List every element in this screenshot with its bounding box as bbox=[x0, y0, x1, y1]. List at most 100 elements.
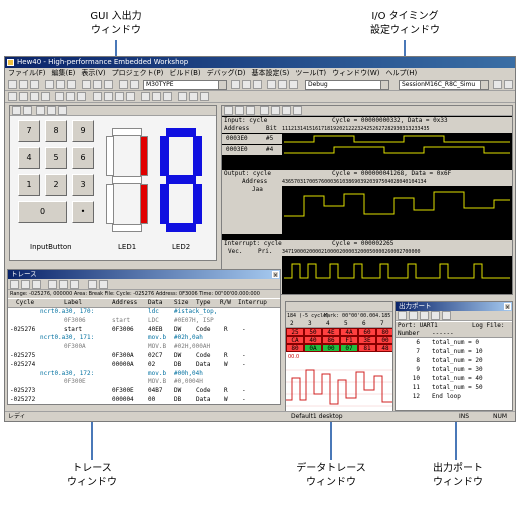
menu-debug[interactable]: デバッグ(D) bbox=[204, 68, 249, 79]
reset-go-icon[interactable] bbox=[19, 92, 28, 101]
trace-stop-icon[interactable] bbox=[21, 280, 30, 289]
io-add-icon[interactable] bbox=[246, 106, 255, 115]
port-clear-icon[interactable] bbox=[420, 311, 429, 320]
trace-close-icon[interactable]: × bbox=[272, 271, 279, 279]
menu-tools[interactable]: ツール(T) bbox=[292, 68, 329, 79]
trace-up-icon[interactable] bbox=[88, 280, 97, 289]
key-8[interactable]: 8 bbox=[45, 120, 67, 142]
trace-icon[interactable] bbox=[152, 92, 161, 101]
port-settings-icon[interactable] bbox=[431, 311, 440, 320]
menu-help[interactable]: ヘルプ(H) bbox=[383, 68, 421, 79]
key-0[interactable]: 0 bbox=[18, 201, 67, 223]
cut-icon[interactable] bbox=[45, 80, 54, 89]
open-file-icon[interactable] bbox=[19, 80, 28, 89]
trace-row[interactable]: 0F300E MOV.B #0,0004H bbox=[8, 378, 280, 387]
trace-row[interactable]: -025274 00000A 02 DB Data W - bbox=[8, 361, 280, 370]
output-port-row[interactable]: 9 total_num = 30 bbox=[396, 366, 512, 375]
trace-find-next-icon[interactable] bbox=[59, 280, 68, 289]
menu-build[interactable]: ビルド(B) bbox=[166, 68, 203, 79]
trace-row[interactable]: ncrt0.a30, 170: ldc #istack_top, bbox=[8, 308, 280, 317]
io-window-icon[interactable] bbox=[163, 92, 172, 101]
register-icon[interactable] bbox=[104, 92, 113, 101]
coverage-icon[interactable] bbox=[200, 92, 209, 101]
step-in-icon[interactable] bbox=[55, 92, 64, 101]
graph-icon[interactable] bbox=[178, 92, 187, 101]
menu-file[interactable]: ファイル(F) bbox=[5, 68, 49, 79]
led-tool-icon[interactable] bbox=[47, 106, 56, 115]
compile-icon[interactable] bbox=[231, 80, 240, 89]
port-open-icon[interactable] bbox=[398, 311, 407, 320]
key-7[interactable]: 7 bbox=[18, 120, 40, 142]
key-1[interactable]: 1 bbox=[18, 174, 40, 196]
trace-row[interactable]: -025275 0F300A 02C7 DW Code R - bbox=[8, 352, 280, 361]
trace-down-icon[interactable] bbox=[99, 280, 108, 289]
io-zoom-icon[interactable] bbox=[293, 106, 302, 115]
menu-window[interactable]: ウィンドウ(W) bbox=[329, 68, 382, 79]
trace-row[interactable]: -025273 0F300E 04B7 DW Code R - bbox=[8, 387, 280, 396]
copy-icon[interactable] bbox=[56, 80, 65, 89]
download-icon[interactable] bbox=[289, 80, 298, 89]
output-port-row[interactable]: 7 total_num = 10 bbox=[396, 348, 512, 357]
key-5[interactable]: 5 bbox=[45, 147, 67, 169]
io-settings-icon[interactable] bbox=[282, 106, 291, 115]
port-save-icon[interactable] bbox=[409, 311, 418, 320]
output-port-row[interactable]: 11 total_num = 50 bbox=[396, 384, 512, 393]
output-port-row[interactable]: 10 total_num = 40 bbox=[396, 375, 512, 384]
key-4[interactable]: 4 bbox=[18, 147, 40, 169]
trace-row[interactable]: ncrt0.a30, 171: mov.b #02h,0ah bbox=[8, 334, 280, 343]
menu-setup[interactable]: 基本設定(S) bbox=[248, 68, 292, 79]
io-save-icon[interactable] bbox=[235, 106, 244, 115]
io-input-row-1[interactable]: 0003E0 #5 bbox=[222, 134, 282, 144]
breakpoint-icon[interactable] bbox=[141, 92, 150, 101]
output-port-close-icon[interactable]: × bbox=[504, 303, 511, 311]
session-settings-icon[interactable] bbox=[493, 80, 502, 89]
key-dot[interactable]: • bbox=[72, 201, 94, 223]
key-3[interactable]: 3 bbox=[72, 174, 94, 196]
menu-edit[interactable]: 編集(E) bbox=[49, 68, 79, 79]
target-combo[interactable]: M30TYPE bbox=[143, 80, 227, 90]
save-icon[interactable] bbox=[30, 80, 39, 89]
trace-row[interactable]: 0F3006 start LDC #0E07H, ISP bbox=[8, 317, 280, 326]
session-combo[interactable]: SessionM16C_R8C_Simu bbox=[399, 80, 489, 90]
watch-icon[interactable] bbox=[115, 92, 124, 101]
output-port-row[interactable]: 8 total_num = 20 bbox=[396, 357, 512, 366]
stack-icon[interactable] bbox=[189, 92, 198, 101]
io-pie-icon[interactable] bbox=[271, 106, 280, 115]
paste-icon[interactable] bbox=[67, 80, 76, 89]
connect-icon[interactable] bbox=[278, 80, 287, 89]
bookmark-icon[interactable] bbox=[93, 80, 102, 89]
io-input-row-2[interactable]: 0003E0 #4 bbox=[222, 145, 282, 155]
build-icon[interactable] bbox=[119, 80, 128, 89]
trace-acquire-icon[interactable] bbox=[10, 280, 19, 289]
trace-row[interactable]: -025272 000004 00 DB Data W - bbox=[8, 396, 280, 404]
go-icon[interactable] bbox=[30, 92, 39, 101]
port-log-icon[interactable] bbox=[442, 311, 451, 320]
key-9[interactable]: 9 bbox=[72, 120, 94, 142]
binoculars-icon[interactable] bbox=[130, 80, 139, 89]
button-tool-icon[interactable] bbox=[58, 106, 67, 115]
trace-save-icon[interactable] bbox=[32, 280, 41, 289]
trace-row[interactable]: -025276 start 0F3006 40EB DW Code R - bbox=[8, 326, 280, 335]
select-arrow-icon[interactable] bbox=[12, 106, 21, 115]
output-port-row[interactable]: 12 End loop bbox=[396, 393, 512, 402]
build-all-icon[interactable] bbox=[242, 80, 251, 89]
config-combo[interactable]: Debug bbox=[305, 80, 389, 90]
trace-row[interactable]: ncrt0.a30, 172: mov.b #00h,04h bbox=[8, 370, 280, 379]
step-out-icon[interactable] bbox=[77, 92, 86, 101]
step-over-icon[interactable] bbox=[66, 92, 75, 101]
delete-icon[interactable] bbox=[23, 106, 32, 115]
menu-view[interactable]: 表示(V) bbox=[78, 68, 108, 79]
key-6[interactable]: 6 bbox=[72, 147, 94, 169]
pin-icon[interactable] bbox=[504, 80, 513, 89]
disassembly-icon[interactable] bbox=[126, 92, 135, 101]
trace-filter-icon[interactable] bbox=[70, 280, 79, 289]
key-2[interactable]: 2 bbox=[45, 174, 67, 196]
debug-settings-icon[interactable] bbox=[267, 80, 276, 89]
memory-icon[interactable] bbox=[93, 92, 102, 101]
trace-find-icon[interactable] bbox=[48, 280, 57, 289]
output-port-row[interactable]: 6 total_num = 0 bbox=[396, 339, 512, 348]
reset-cpu-icon[interactable] bbox=[8, 92, 17, 101]
menu-project[interactable]: プロジェクト(P) bbox=[109, 68, 167, 79]
zoom-icon[interactable] bbox=[36, 106, 45, 115]
io-chart-icon[interactable] bbox=[260, 106, 269, 115]
